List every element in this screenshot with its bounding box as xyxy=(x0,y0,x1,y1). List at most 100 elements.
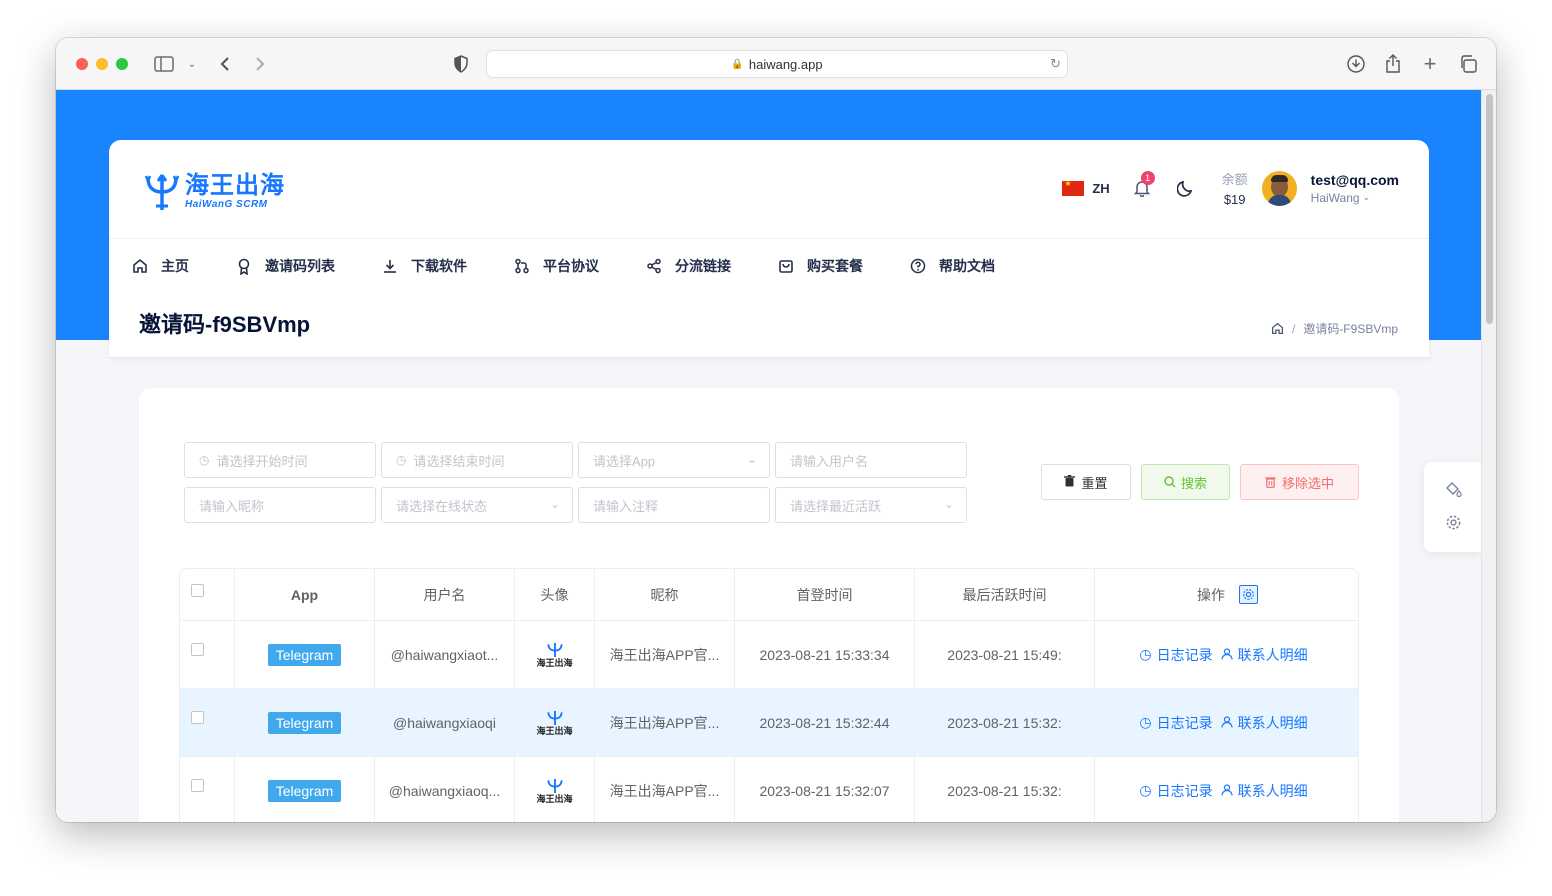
back-icon[interactable] xyxy=(213,52,237,76)
user-menu[interactable]: test@qq.com HaiWang ⌄ xyxy=(1311,172,1399,205)
close-window-button[interactable] xyxy=(76,58,88,70)
paint-bucket-icon[interactable] xyxy=(1443,480,1463,500)
contacts-link[interactable]: 联系人明细 xyxy=(1221,645,1308,665)
first-login-cell: 2023-08-21 15:33:34 xyxy=(735,621,915,688)
contacts-link[interactable]: 联系人明细 xyxy=(1221,781,1308,801)
table-row[interactable]: Telegram @haiwangxiaoqi 海王出海 海王出海APP官...… xyxy=(180,689,1358,757)
nav-label: 主页 xyxy=(161,258,189,274)
username-placeholder: 请输入用户名 xyxy=(790,453,869,469)
nav-item-protocol[interactable]: 平台协议 xyxy=(513,256,599,276)
clock-icon: ◷ xyxy=(1139,714,1152,730)
column-settings-icon[interactable] xyxy=(1239,585,1258,604)
shield-icon[interactable] xyxy=(449,52,473,76)
reset-label: 重置 xyxy=(1081,475,1108,491)
gear-icon[interactable] xyxy=(1443,512,1463,532)
chevron-down-icon[interactable]: ⌄ xyxy=(180,52,204,76)
reset-button[interactable]: 重置 xyxy=(1041,464,1131,500)
home-icon[interactable] xyxy=(1271,322,1284,335)
row-checkbox-cell xyxy=(180,621,235,688)
user-icon xyxy=(1221,647,1233,663)
address-bar[interactable]: 🔒 haiwang.app ↻ xyxy=(486,50,1068,78)
vertical-scrollbar[interactable] xyxy=(1481,90,1496,822)
help-icon xyxy=(909,257,927,275)
logo-en-text: HaiWanG SCRM xyxy=(185,199,268,210)
contacts-link[interactable]: 联系人明细 xyxy=(1221,713,1308,733)
minimize-window-button[interactable] xyxy=(96,58,108,70)
avatar[interactable] xyxy=(1261,170,1297,206)
app-select[interactable]: 请选择App ⌄ xyxy=(578,442,770,478)
row-checkbox[interactable] xyxy=(191,779,204,792)
table-header: App 用户名 头像 昵称 首登时间 最后活跃时间 操作 xyxy=(180,569,1358,621)
download-icon[interactable] xyxy=(1344,52,1368,76)
search-icon xyxy=(1164,476,1176,488)
user-avatar: 海王出海 xyxy=(535,773,575,809)
username-input[interactable]: 请输入用户名 xyxy=(775,442,967,478)
share-icon xyxy=(645,257,663,275)
forward-icon[interactable] xyxy=(248,52,272,76)
browser-titlebar: ⌄ 🔒 haiwang.app ↻ + xyxy=(56,38,1496,90)
avatar-cell: 海王出海 xyxy=(515,689,595,756)
bag-icon xyxy=(777,257,795,275)
share-icon[interactable] xyxy=(1381,52,1405,76)
reload-icon[interactable]: ↻ xyxy=(1050,56,1061,72)
header-right: ZH 1 余额 $19 tes xyxy=(1062,168,1399,208)
nav-item-home[interactable]: 主页 xyxy=(131,256,189,276)
recent-active-select[interactable]: 请选择最近活跃 ⌄ xyxy=(775,487,967,523)
select-all-checkbox[interactable] xyxy=(191,584,204,597)
nav-item-help[interactable]: 帮助文档 xyxy=(909,256,995,276)
online-status-placeholder: 请选择在线状态 xyxy=(396,498,488,514)
nav-item-buy-package[interactable]: 购买套餐 xyxy=(777,256,863,276)
note-input[interactable]: 请输入注释 xyxy=(578,487,770,523)
logo[interactable]: 海王出海 HaiWanG SCRM xyxy=(143,172,285,212)
end-time-placeholder: 请选择结束时间 xyxy=(413,453,505,469)
start-time-placeholder: 请选择开始时间 xyxy=(216,453,308,469)
chevron-down-icon: ⌄ xyxy=(1362,192,1371,202)
search-button[interactable]: 搜索 xyxy=(1141,464,1230,500)
table-row[interactable]: Telegram @haiwangxiaoq... 海王出海 海王出海APP官.… xyxy=(180,757,1358,822)
remove-label: 移除选中 xyxy=(1281,475,1334,491)
nav-item-invite-codes[interactable]: 邀请码列表 xyxy=(235,256,335,276)
nav-item-download[interactable]: 下载软件 xyxy=(381,256,467,276)
row-checkbox[interactable] xyxy=(191,711,204,724)
clock-icon: ◷ xyxy=(1139,646,1152,662)
new-tab-icon[interactable]: + xyxy=(1418,51,1442,76)
language-selector[interactable]: ZH xyxy=(1062,179,1110,196)
side-toolbar xyxy=(1424,462,1481,552)
notification-badge: 1 xyxy=(1140,171,1155,185)
col-first-login: 首登时间 xyxy=(735,569,915,620)
theme-toggle[interactable] xyxy=(1176,178,1196,198)
sidebar-icon[interactable] xyxy=(152,52,176,76)
end-time-picker[interactable]: ◷ 请选择结束时间 xyxy=(381,442,573,478)
zoom-window-button[interactable] xyxy=(116,58,128,70)
log-link[interactable]: ◷ 日志记录 xyxy=(1139,645,1212,665)
table-row[interactable]: Telegram @haiwangxiaot... 海王出海 海王出海APP官.… xyxy=(180,621,1358,689)
header-card: 海王出海 HaiWanG SCRM ZH 1 余额 $19 xyxy=(109,140,1429,358)
scrollbar-thumb[interactable] xyxy=(1486,94,1493,324)
nickname-input[interactable]: 请输入昵称 xyxy=(184,487,376,523)
notification-button[interactable]: 1 xyxy=(1132,171,1155,198)
nav-item-split-links[interactable]: 分流链接 xyxy=(645,256,731,276)
first-login-cell: 2023-08-21 15:32:07 xyxy=(735,757,915,822)
col-last-active: 最后活跃时间 xyxy=(915,569,1095,620)
app-cell: Telegram xyxy=(235,621,375,688)
remove-selected-button[interactable]: 移除选中 xyxy=(1240,464,1359,500)
language-label: ZH xyxy=(1092,180,1110,196)
user-avatar: 海王出海 xyxy=(535,705,575,741)
log-link[interactable]: ◷ 日志记录 xyxy=(1139,713,1212,733)
online-status-select[interactable]: 请选择在线状态 ⌄ xyxy=(381,487,573,523)
nickname-cell: 海王出海APP官... xyxy=(595,621,735,688)
user-icon xyxy=(1221,783,1233,799)
username-cell: @haiwangxiaot... xyxy=(375,621,515,688)
main-nav: 主页 邀请码列表 下载软件 平台协议 分流链接 购买套餐 帮助文档 xyxy=(109,238,1429,293)
page-title: 邀请码-f9SBVmp xyxy=(139,312,311,337)
trident-logo-icon xyxy=(546,778,563,793)
contacts-label: 联系人明细 xyxy=(1237,782,1308,799)
browser-window: ⌄ 🔒 haiwang.app ↻ + 海王出海 HaiWanG SCRM ★ … xyxy=(56,38,1496,822)
start-time-picker[interactable]: ◷ 请选择开始时间 xyxy=(184,442,376,478)
last-active-cell: 2023-08-21 15:32: xyxy=(915,757,1095,822)
tabs-overview-icon[interactable] xyxy=(1456,52,1480,76)
log-link[interactable]: ◷ 日志记录 xyxy=(1139,781,1212,801)
nickname-cell: 海王出海APP官... xyxy=(595,757,735,822)
row-checkbox[interactable] xyxy=(191,643,204,656)
page-viewport: 海王出海 HaiWanG SCRM ZH 1 余额 $19 xyxy=(56,90,1481,822)
